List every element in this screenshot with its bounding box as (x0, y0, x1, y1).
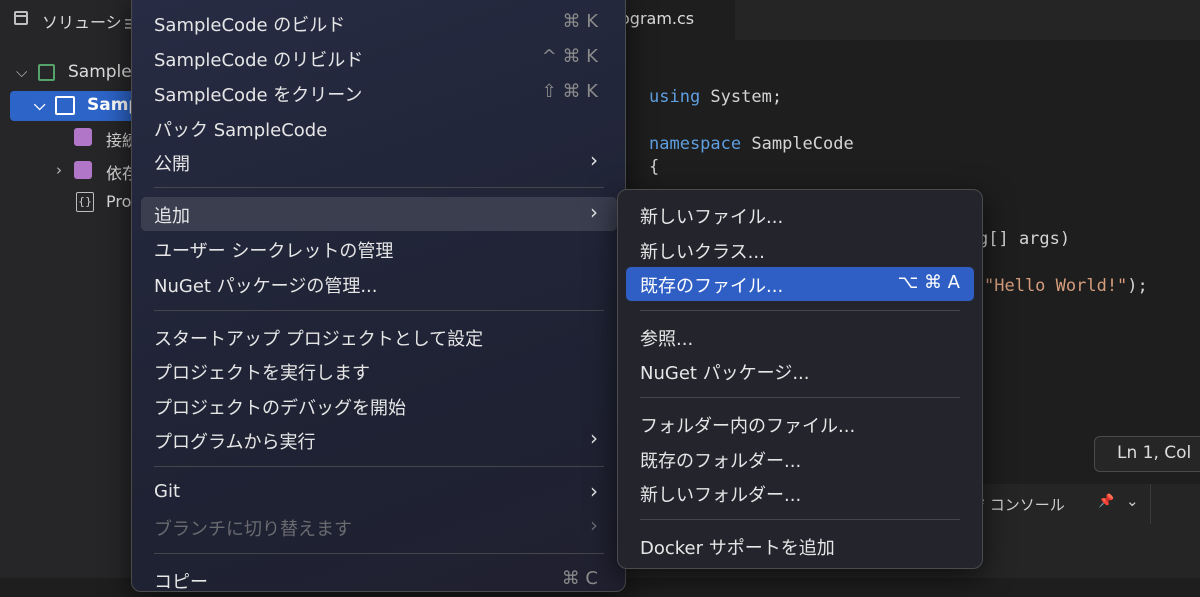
editor-tab-bar: ogram.cs (620, 0, 1200, 40)
chevron-right-icon: › (590, 513, 598, 537)
menu-separator (154, 310, 604, 311)
code-line-args[interactable]: g[] args) (978, 229, 1070, 249)
chevron-down-icon[interactable]: ⌵ (16, 63, 27, 81)
add-submenu: 新しいファイル... 新しいクラス... 既存のファイル... ⌥ ⌘ A 参照… (617, 189, 983, 569)
submenu-item-add-docker-support[interactable]: Docker サポートを追加 (626, 529, 974, 563)
tree-item-solution[interactable]: ⌵ Sample (10, 58, 140, 88)
menu-item-add[interactable]: 追加 › (141, 197, 617, 231)
solution-sidebar: ソリューショ ⌵ Sample ⌵ Samp 接続 › 依存 {} Pro (0, 0, 141, 578)
solution-icon (38, 64, 55, 81)
menu-item-start-debugging[interactable]: プロジェクトのデバッグを開始 (141, 389, 608, 423)
menu-item-pack[interactable]: パック SampleCode (141, 111, 608, 145)
code-line-brace[interactable]: { (649, 157, 659, 177)
connected-services-icon (74, 128, 92, 146)
shortcut-label: ⌥ ⌘ A (897, 272, 961, 293)
menu-item-set-startup-project[interactable]: スタートアップ プロジェクトとして設定 (141, 320, 608, 354)
submenu-item-new-file[interactable]: 新しいファイル... (626, 198, 974, 232)
menu-item-git[interactable]: Git › (141, 476, 608, 510)
menu-separator (154, 187, 604, 188)
sidebar-toggle-icon[interactable] (14, 11, 28, 25)
submenu-item-files-from-folder[interactable]: フォルダー内のファイル... (626, 407, 974, 441)
dependencies-folder-icon (74, 161, 92, 179)
submenu-item-existing-folder[interactable]: 既存のフォルダー... (626, 442, 974, 476)
code-line-using[interactable]: using System; (649, 87, 782, 107)
tree-item-dependencies[interactable]: › 依存 (10, 156, 140, 186)
chevron-right-icon: › (590, 148, 598, 172)
sidebar-header: ソリューショ (0, 0, 140, 38)
cursor-position-indicator[interactable]: Ln 1, Col (1094, 436, 1200, 472)
submenu-item-new-folder[interactable]: 新しいフォルダー... (626, 476, 974, 510)
tab-label: ogram.cs (620, 9, 695, 28)
tree-item-label: Pro (106, 192, 132, 211)
submenu-item-nuget-packages[interactable]: NuGet パッケージ... (626, 354, 974, 388)
menu-separator (154, 466, 604, 467)
tab-console[interactable]: ジ コンソール (970, 494, 1065, 515)
menu-item-manage-nuget[interactable]: NuGet パッケージの管理... (141, 267, 608, 301)
submenu-item-reference[interactable]: 参照... (626, 320, 974, 354)
code-file-icon: {} (76, 192, 94, 212)
project-context-menu: SampleCode のビルド ⌘ K SampleCode のリビルド ^ ⌘… (131, 0, 626, 593)
menu-separator (154, 553, 604, 554)
menu-item-rebuild[interactable]: SampleCode のリビルド ^ ⌘ K (141, 41, 608, 75)
pin-icon[interactable]: 📌 (1098, 494, 1114, 509)
chevron-right-icon: › (590, 426, 598, 450)
tree-item-program-file[interactable]: {} Pro (10, 188, 140, 218)
shortcut-label: ⇧ ⌘ K (541, 81, 598, 102)
menu-item-build[interactable]: SampleCode のビルド ⌘ K (141, 6, 608, 40)
tree-item-connected-services[interactable]: 接続 (10, 123, 140, 153)
menu-item-run-project[interactable]: プロジェクトを実行します (141, 354, 608, 388)
chevron-down-icon[interactable]: ⌄ (1126, 492, 1139, 510)
shortcut-label: ⌘ C (561, 568, 598, 589)
shortcut-label: ⌘ K (562, 11, 598, 32)
sidebar-title: ソリューショ (42, 13, 138, 32)
menu-item-manage-user-secrets[interactable]: ユーザー シークレットの管理 (141, 232, 608, 266)
tab-program-cs[interactable]: ogram.cs (620, 0, 735, 40)
menu-item-switch-branch: ブランチに切り替えます › (154, 513, 598, 540)
shortcut-label: ^ ⌘ K (541, 46, 598, 67)
menu-item-publish[interactable]: 公開 › (141, 145, 608, 179)
chevron-right-icon: › (590, 200, 598, 224)
submenu-item-new-class[interactable]: 新しいクラス... (626, 233, 974, 267)
chevron-down-icon[interactable]: ⌵ (34, 96, 45, 114)
tree-item-label: Sample (68, 62, 132, 82)
code-line-namespace[interactable]: namespace SampleCode (649, 134, 854, 154)
submenu-item-existing-files[interactable]: 既存のファイル... ⌥ ⌘ A (626, 267, 974, 301)
menu-item-copy[interactable]: コピー ⌘ C (141, 563, 608, 597)
code-line-writeline[interactable]: "Hello World!"); (984, 276, 1148, 296)
chevron-right-icon[interactable]: › (56, 161, 62, 179)
project-icon (55, 96, 75, 115)
menu-separator (640, 519, 960, 520)
tree-item-project[interactable]: ⌵ Samp (10, 91, 141, 121)
menu-item-run-with[interactable]: プログラムから実行 › (141, 423, 608, 457)
chevron-right-icon: › (590, 479, 598, 503)
panel-divider (1150, 484, 1151, 524)
menu-separator (640, 397, 960, 398)
menu-item-clean[interactable]: SampleCode をクリーン ⇧ ⌘ K (141, 76, 608, 110)
menu-separator (640, 310, 960, 311)
